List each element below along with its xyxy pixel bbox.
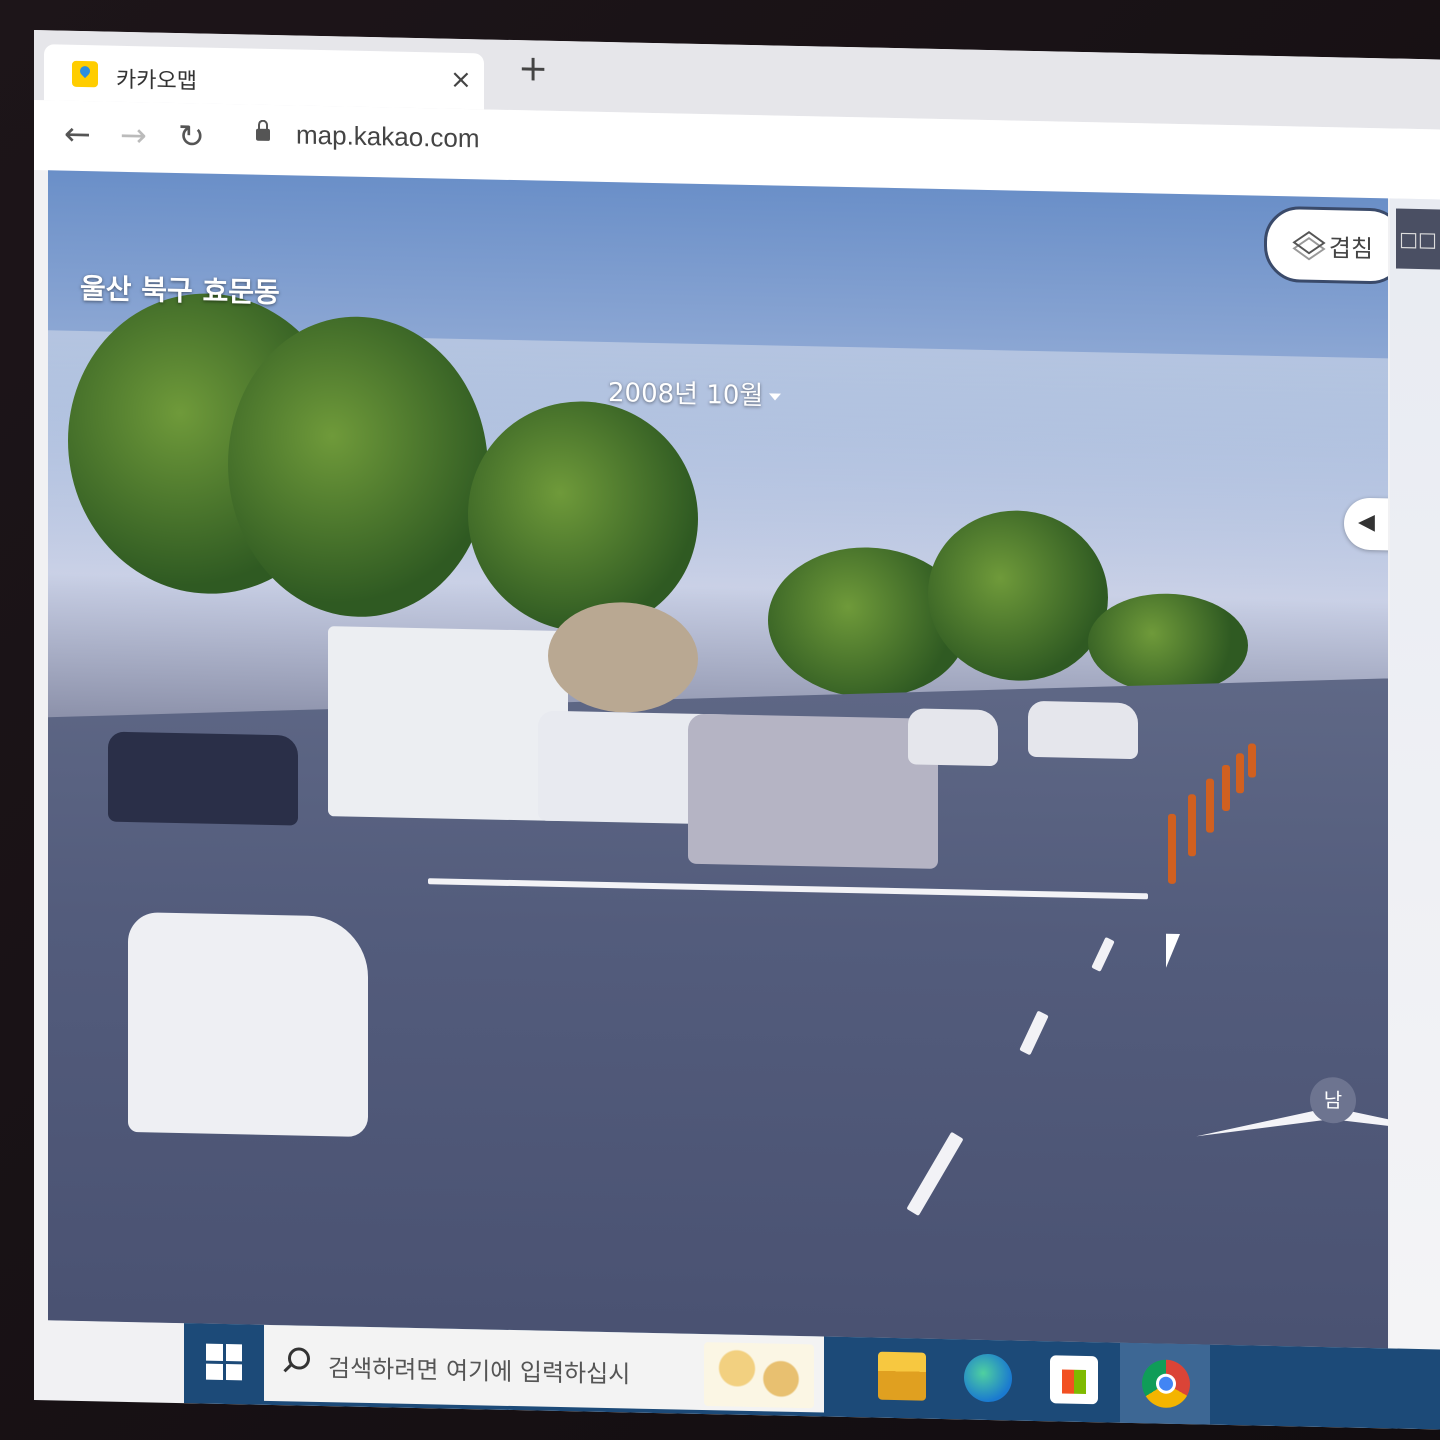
bollard bbox=[1236, 753, 1244, 794]
screen: 카카오맵 × + ← → ↻ map.kakao.com 울산 북구 효문동 2… bbox=[34, 30, 1440, 1430]
reload-button[interactable]: ↻ bbox=[178, 117, 205, 156]
chrome-icon bbox=[1142, 1359, 1190, 1409]
white-truck bbox=[328, 626, 568, 822]
roadview-panorama[interactable]: 울산 북구 효문동 2008년 10월 겹침 ◀ ▶ 남 bbox=[48, 170, 1388, 1349]
overlay-button-label: 겹침 bbox=[1328, 233, 1374, 263]
start-tile bbox=[225, 1363, 242, 1381]
start-tile bbox=[206, 1343, 223, 1361]
minimap-side-panel[interactable] bbox=[1390, 198, 1440, 1350]
forward-button[interactable]: → bbox=[120, 116, 147, 155]
file-explorer-icon[interactable] bbox=[878, 1351, 926, 1401]
lock-icon bbox=[256, 128, 270, 141]
tab-title: 카카오맵 bbox=[116, 67, 197, 95]
overlay-button[interactable]: 겹침 bbox=[1264, 205, 1388, 285]
caret-down-icon bbox=[769, 393, 782, 401]
location-title: 울산 북구 효문동 bbox=[80, 271, 280, 310]
layers-icon bbox=[1297, 232, 1321, 257]
direction-arrow-icon[interactable] bbox=[1196, 1104, 1388, 1149]
compass-direction-badge[interactable]: 남 bbox=[1310, 1076, 1356, 1124]
bollard bbox=[1206, 778, 1214, 833]
back-button[interactable]: ← bbox=[64, 115, 91, 154]
new-tab-button[interactable]: + bbox=[518, 48, 548, 90]
side-panel-tab[interactable]: □□ bbox=[1396, 208, 1440, 270]
white-sedan-far bbox=[1028, 700, 1138, 760]
tab-close-icon[interactable]: × bbox=[450, 65, 472, 95]
start-tile bbox=[225, 1344, 242, 1361]
bollard bbox=[1188, 794, 1196, 857]
bollard bbox=[1168, 813, 1176, 884]
browser-tab[interactable]: 카카오맵 × bbox=[44, 44, 484, 110]
store-icon[interactable] bbox=[1050, 1355, 1098, 1405]
mouse-cursor-icon bbox=[1166, 933, 1180, 969]
taskbar-search-box[interactable]: 검색하려면 여기에 입력하십시 bbox=[264, 1324, 824, 1413]
bollard bbox=[1248, 743, 1256, 778]
address-bar[interactable]: map.kakao.com bbox=[296, 119, 480, 154]
edge-icon[interactable] bbox=[964, 1353, 1012, 1403]
white-sedan-far bbox=[908, 708, 998, 767]
silver-van bbox=[688, 713, 938, 869]
kakaomap-favicon-icon bbox=[72, 60, 98, 88]
white-sedan-near bbox=[128, 911, 368, 1137]
search-placeholder: 검색하려면 여기에 입력하십시 bbox=[328, 1354, 631, 1389]
windows-start-icon[interactable] bbox=[206, 1343, 242, 1381]
direction-compass[interactable]: 남 bbox=[1196, 1074, 1388, 1169]
date-selector[interactable]: 2008년 10월 bbox=[608, 372, 782, 413]
chrome-taskbar-button[interactable] bbox=[1120, 1342, 1210, 1425]
date-label: 2008년 10월 bbox=[608, 378, 764, 412]
search-highlight-illustration bbox=[704, 1342, 814, 1409]
chevron-left-icon[interactable]: ◀ bbox=[1358, 510, 1375, 535]
mixer-drum bbox=[548, 600, 698, 714]
bollard bbox=[1222, 764, 1230, 812]
search-icon bbox=[288, 1347, 310, 1370]
start-tile bbox=[206, 1363, 223, 1380]
dark-sedan bbox=[108, 731, 298, 826]
